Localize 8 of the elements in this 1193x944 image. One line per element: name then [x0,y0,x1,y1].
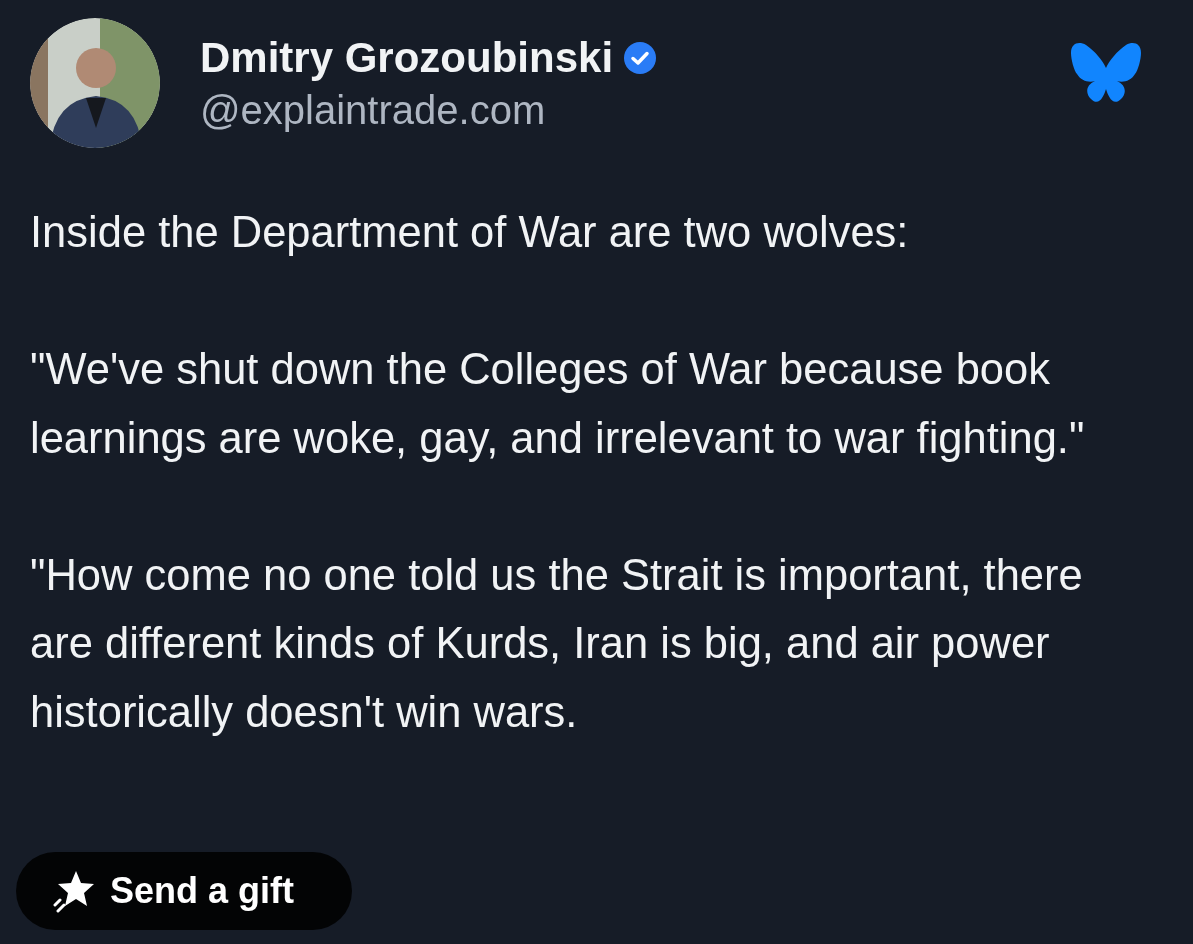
star-icon [52,869,96,913]
post-paragraph: "How come no one told us the Strait is important, there are different kinds of Kurds, Iran is big, and air power historically doesn't win wars. [30,549,1084,738]
author-handle[interactable]: @explaintrade.com [200,87,1071,133]
send-gift-button[interactable]: Send a gift [16,852,352,930]
post-paragraph: Inside the Department of War are two wolves: [30,207,910,258]
post-paragraph: "We've shut down the Colleges of War because book learnings are woke, gay, and irrelevant to war fighting." [30,344,1086,464]
author-name[interactable]: Dmitry Grozoubinski [200,33,614,82]
butterfly-icon [1071,41,1141,105]
